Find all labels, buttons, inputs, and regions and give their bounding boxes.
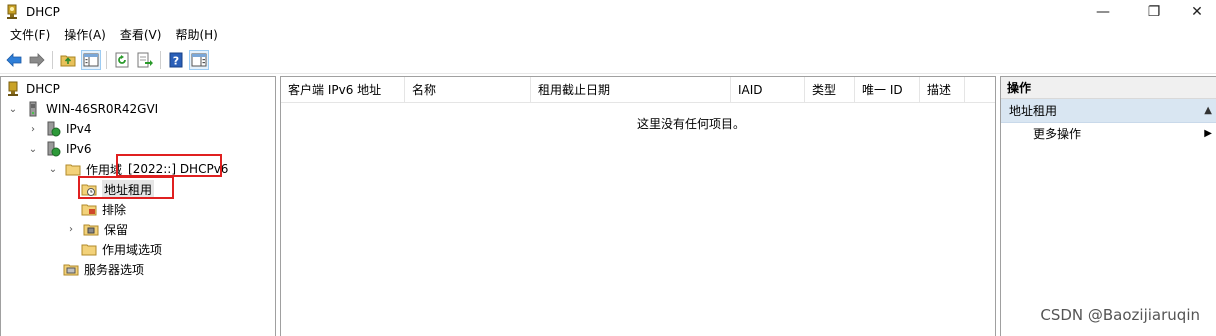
menu-bar: 文件(F) 操作(A) 查看(V) 帮助(H) [0,24,1216,46]
help-icon[interactable]: ? [166,50,186,70]
chevron-down-icon[interactable]: ⌄ [47,163,59,175]
close-button[interactable]: ✕ [1174,0,1216,24]
back-arrow-icon[interactable] [4,50,24,70]
menu-file[interactable]: 文件(F) [0,24,57,46]
show-hide-tree-icon[interactable] [81,49,101,70]
tree-node-dhcp[interactable]: DHCP [5,79,60,99]
column-name[interactable]: 名称 [405,77,531,103]
column-client-ipv6-address[interactable]: 客户端 IPv6 地址 [281,77,405,103]
chevron-down-icon[interactable]: ⌄ [7,103,19,115]
menu-view[interactable]: 查看(V) [113,24,169,46]
tree-label: 保留 [104,222,129,237]
chevron-right-icon[interactable]: › [65,223,77,235]
chevron-right-icon[interactable]: › [27,123,39,135]
chevron-down-icon[interactable]: ⌄ [27,143,39,155]
annotation-box-address-leases [78,176,174,199]
ipv4-icon [45,121,61,137]
annotation-box-scope-name [116,154,222,177]
action-section-label: 地址租用 [1009,104,1058,118]
forward-arrow-icon[interactable] [27,50,47,70]
reservations-folder-icon [83,221,99,237]
action-section-address-leases[interactable]: 地址租用 ▲ [1001,99,1216,123]
list-header: 客户端 IPv6 地址 名称 租用截止日期 IAID 类型 唯一 ID 描述 [281,77,995,103]
tree-label: DHCP [26,82,60,96]
show-hide-action-pane-icon[interactable] [189,49,209,70]
toolbar-separator [52,50,53,69]
result-list: 客户端 IPv6 地址 名称 租用截止日期 IAID 类型 唯一 ID 描述 这… [280,76,996,336]
tree-label: 排除 [102,202,127,217]
menu-help[interactable]: 帮助(H) [168,24,224,46]
column-description[interactable]: 描述 [920,77,965,103]
action-item-label: 更多操作 [1033,127,1082,141]
tree-node-reservations[interactable]: › 保留 [65,219,128,239]
refresh-icon[interactable] [112,50,132,70]
tree-node-server[interactable]: ⌄ WIN-46SR0R42GVI [7,99,158,119]
tree-node-scope-options[interactable]: 作用域选项 [81,239,162,259]
server-icon [25,101,41,117]
tree-node-server-options[interactable]: 服务器选项 [63,259,144,279]
collapse-up-icon[interactable]: ▲ [1204,99,1212,123]
column-unique-id[interactable]: 唯一 ID [855,77,920,103]
column-type[interactable]: 类型 [805,77,855,103]
submenu-arrow-icon: ▶ [1204,128,1212,139]
column-lease-expiration[interactable]: 租用截止日期 [531,77,731,103]
tree-label: WIN-46SR0R42GVI [46,102,159,116]
tree-node-exclusions[interactable]: 排除 [81,199,126,219]
svg-text:?: ? [173,54,179,67]
tree-node-ipv4[interactable]: › IPv4 [27,119,92,139]
menu-action[interactable]: 操作(A) [57,24,113,46]
folder-icon [65,161,81,177]
scope-options-folder-icon [81,241,97,257]
exclusions-folder-icon [81,201,97,217]
dhcp-app-icon [4,4,20,20]
export-list-icon[interactable] [135,50,155,70]
title-bar: DHCP — ❐ ✕ [0,0,1216,24]
restore-button[interactable]: ❐ [1131,0,1177,24]
empty-list-message: 这里没有任何项目。 [636,117,745,131]
action-more-actions[interactable]: 更多操作 ▶ [1001,123,1216,145]
watermark: CSDN @Baozijiaruqin [1040,306,1200,324]
toolbar: ? [0,46,1216,74]
action-pane-header: 操作 [1001,77,1216,99]
minimize-button[interactable]: — [1080,0,1126,24]
server-options-folder-icon [63,261,79,277]
ipv6-icon [45,141,61,157]
window-title: DHCP [26,5,60,19]
tree-node-ipv6[interactable]: ⌄ IPv6 [27,139,92,159]
column-iaid[interactable]: IAID [731,77,805,103]
tree-label: IPv4 [66,122,92,136]
console-tree: DHCP ⌄ WIN-46SR0R42GVI › IPv4 ⌄ IPv6 ⌄ 作… [0,76,276,336]
action-pane: 操作 地址租用 ▲ 更多操作 ▶ [1000,76,1216,336]
tree-label: 服务器选项 [84,262,145,277]
tree-label: IPv6 [66,142,92,156]
toolbar-separator [160,50,161,69]
dhcp-root-icon [5,81,21,97]
tree-label: 作用域选项 [102,242,163,257]
toolbar-separator [106,50,107,69]
up-folder-icon[interactable] [58,50,78,70]
